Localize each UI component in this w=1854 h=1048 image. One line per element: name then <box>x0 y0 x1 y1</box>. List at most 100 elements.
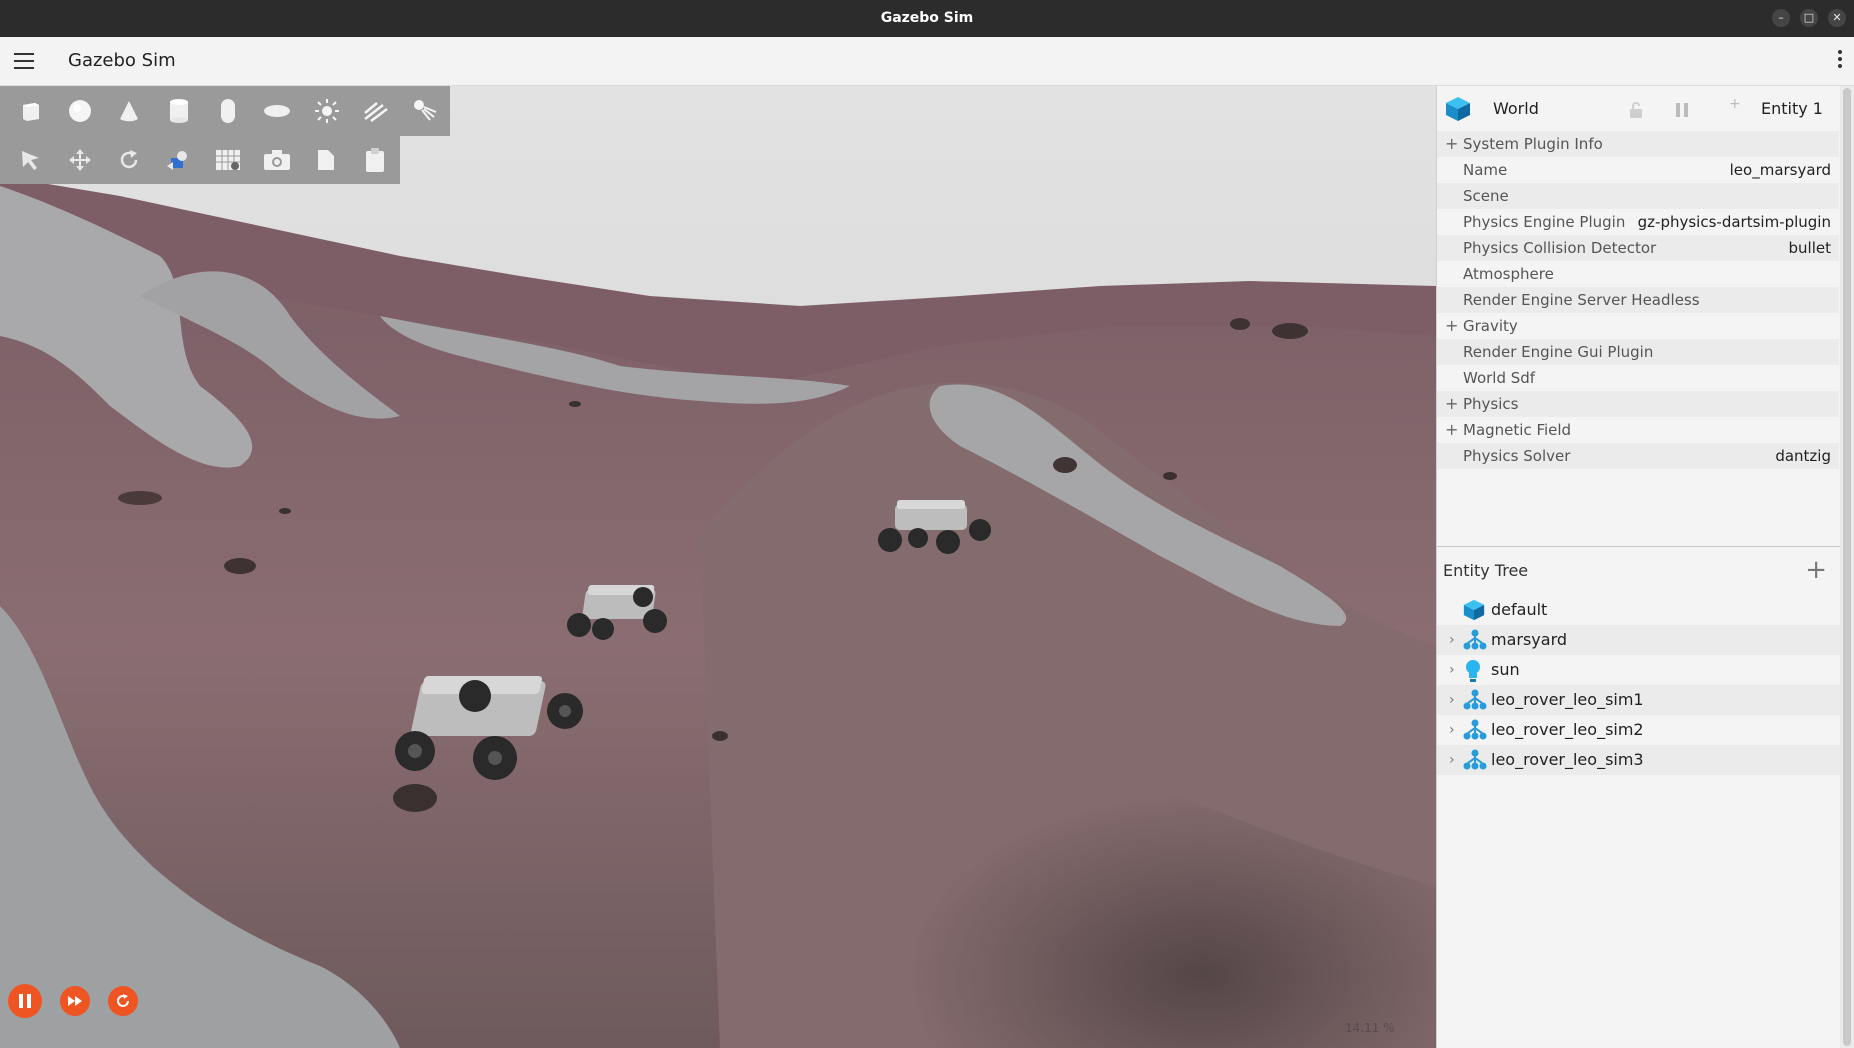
component-label: World Sdf <box>1463 369 1536 387</box>
component-label: System Plugin Info <box>1463 135 1603 153</box>
component-label: Physics Collision Detector <box>1463 239 1657 257</box>
entity-id-label: Entity 1 <box>1761 99 1823 118</box>
kebab-menu-icon[interactable] <box>1834 50 1846 72</box>
zoom-readout: 14.11 % <box>1345 1021 1395 1035</box>
entity-tree-item[interactable]: default <box>1437 595 1841 625</box>
step-forward-icon[interactable] <box>60 986 90 1016</box>
maximize-icon[interactable]: □ <box>1800 9 1818 27</box>
component-row: Physics Collision Detector bullet <box>1437 235 1839 261</box>
paste-icon[interactable] <box>351 137 400 183</box>
component-row: Render Engine Gui Plugin <box>1437 339 1839 365</box>
screenshot-icon[interactable] <box>252 137 301 183</box>
component-label: Scene <box>1463 187 1509 205</box>
component-row: World Sdf <box>1437 365 1839 391</box>
close-icon[interactable]: ✕ <box>1828 9 1846 27</box>
copy-icon[interactable] <box>302 137 351 183</box>
directional-light-icon[interactable] <box>351 88 400 134</box>
entity-tree-item[interactable]: › leo_rover_leo_sim1 <box>1437 685 1841 715</box>
transform-control-icon[interactable] <box>154 137 203 183</box>
component-label: Render Engine Gui Plugin <box>1463 343 1654 361</box>
ellipsoid-icon[interactable] <box>253 88 302 134</box>
entity-tree-label: leo_rover_leo_sim3 <box>1491 750 1644 769</box>
component-inspector-header: World + Entity 1 <box>1437 86 1841 131</box>
app-title: Gazebo Sim <box>68 50 176 71</box>
component-value: dantzig <box>1775 447 1831 465</box>
entity-tree-item[interactable]: › marsyard <box>1437 625 1841 655</box>
chevron-right-icon[interactable]: › <box>1449 625 1455 655</box>
component-label: Gravity <box>1463 317 1518 335</box>
entity-tree-label: sun <box>1491 660 1520 679</box>
entity-tree-label: leo_rover_leo_sim1 <box>1491 690 1644 709</box>
world-cube-icon <box>1463 599 1487 621</box>
point-light-icon[interactable] <box>302 88 351 134</box>
right-panel: World + Entity 1 + System Plugin Info Name… <box>1436 86 1854 1048</box>
chevron-right-icon[interactable]: › <box>1449 745 1455 775</box>
add-icon[interactable]: + <box>1805 557 1827 583</box>
entity-tree-label: marsyard <box>1491 630 1568 649</box>
chevron-right-icon[interactable]: › <box>1449 715 1455 745</box>
chevron-right-icon[interactable]: › <box>1449 685 1455 715</box>
light-bulb-icon <box>1463 659 1487 682</box>
playback-controls <box>8 984 138 1018</box>
shape-toolbar <box>0 86 450 136</box>
component-row[interactable]: + Physics <box>1437 391 1839 417</box>
entity-tree-item[interactable]: › leo_rover_leo_sim2 <box>1437 715 1841 745</box>
pause-updates-icon[interactable] <box>1675 102 1689 122</box>
lock-icon[interactable] <box>1629 102 1643 122</box>
entity-tree-label: default <box>1491 600 1548 619</box>
scene-viewport[interactable] <box>0 86 1436 1048</box>
component-row: Render Engine Server Headless <box>1437 287 1839 313</box>
entity-type-label: World <box>1493 99 1539 118</box>
model-icon <box>1463 719 1487 741</box>
model-icon <box>1463 689 1487 711</box>
window-titlebar: Gazebo Sim – □ ✕ <box>0 0 1854 37</box>
entity-tree-item[interactable]: › sun <box>1437 655 1841 685</box>
select-icon[interactable] <box>6 137 55 183</box>
spot-light-icon[interactable] <box>401 88 450 134</box>
panel-scrollbar[interactable] <box>1840 86 1854 1048</box>
component-row[interactable]: + Gravity <box>1437 313 1839 339</box>
component-row: Name leo_marsyard <box>1437 157 1839 183</box>
entity-tree-title: Entity Tree <box>1443 561 1529 580</box>
reset-icon[interactable] <box>108 986 138 1016</box>
chevron-right-icon[interactable]: › <box>1449 655 1455 685</box>
tool-toolbar <box>0 136 400 184</box>
model-icon <box>1463 749 1487 771</box>
component-value: gz-physics-dartsim-plugin <box>1637 213 1831 231</box>
entity-tree-list: default › marsyard › sun › leo_rover_leo_sim1 ›… <box>1437 595 1841 775</box>
expand-icon[interactable]: + <box>1445 313 1458 339</box>
translate-icon[interactable] <box>55 137 104 183</box>
component-row[interactable]: + Magnetic Field <box>1437 417 1839 443</box>
window-title: Gazebo Sim <box>880 10 974 26</box>
sphere-icon[interactable] <box>55 88 104 134</box>
world-cube-icon <box>1445 96 1471 126</box>
pause-icon[interactable] <box>8 984 42 1018</box>
capsule-icon[interactable] <box>203 88 252 134</box>
component-value: bullet <box>1788 239 1831 257</box>
add-component-icon[interactable]: + <box>1729 96 1741 112</box>
cone-icon[interactable] <box>105 88 154 134</box>
component-label: Physics Engine Plugin <box>1463 213 1626 231</box>
expand-icon[interactable]: + <box>1445 131 1458 157</box>
entity-tree-item[interactable]: › leo_rover_leo_sim3 <box>1437 745 1841 775</box>
component-row: Physics Engine Plugin gz-physics-dartsim-… <box>1437 209 1839 235</box>
component-label: Render Engine Server Headless <box>1463 291 1700 309</box>
cylinder-icon[interactable] <box>154 88 203 134</box>
app-header: Gazebo Sim <box>0 37 1854 86</box>
component-row: Scene <box>1437 183 1839 209</box>
component-row[interactable]: + System Plugin Info <box>1437 131 1839 157</box>
component-row: Physics Solver dantzig <box>1437 443 1839 469</box>
minimize-icon[interactable]: – <box>1772 9 1790 27</box>
component-label: Physics <box>1463 395 1519 413</box>
box-icon[interactable] <box>6 88 55 134</box>
component-value: leo_marsyard <box>1729 161 1831 179</box>
rotate-icon[interactable] <box>105 137 154 183</box>
grid-snap-icon[interactable] <box>203 137 252 183</box>
component-label: Atmosphere <box>1463 265 1554 283</box>
component-label: Name <box>1463 161 1508 179</box>
expand-icon[interactable]: + <box>1445 417 1458 443</box>
component-label: Physics Solver <box>1463 447 1571 465</box>
expand-icon[interactable]: + <box>1445 391 1458 417</box>
hamburger-menu-icon[interactable] <box>14 53 34 69</box>
entity-tree-header: Entity Tree + <box>1437 547 1841 595</box>
